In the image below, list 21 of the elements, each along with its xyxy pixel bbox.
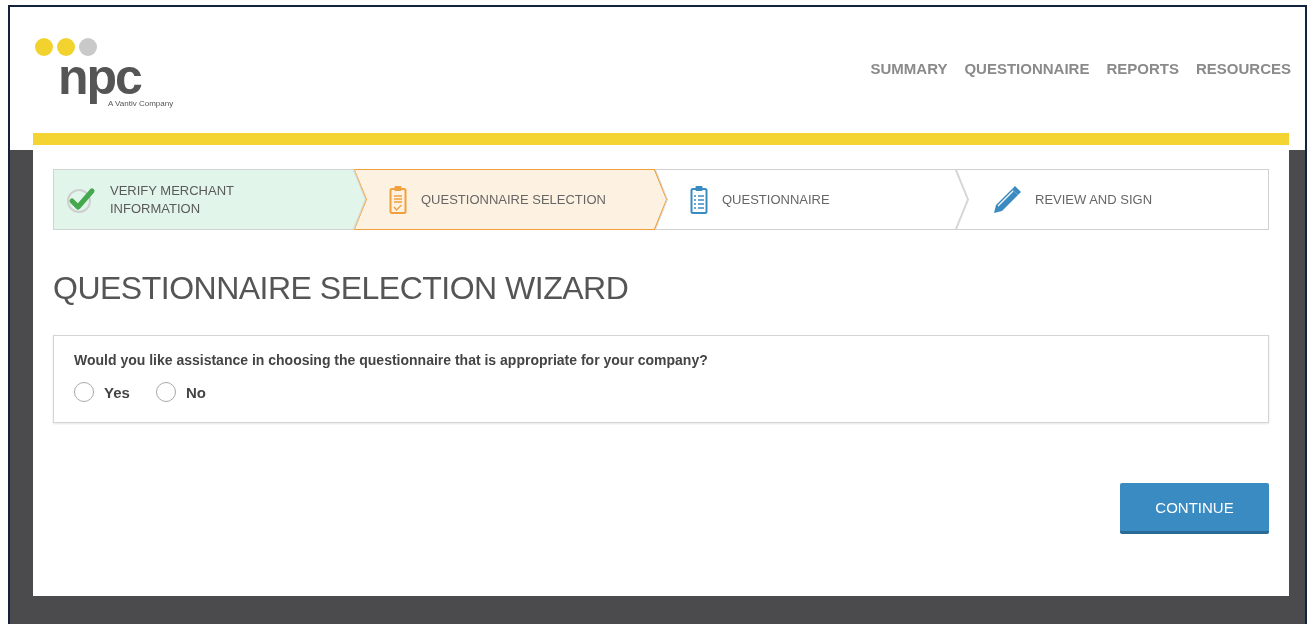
- radio-button[interactable]: [155, 382, 176, 402]
- nav-link[interactable]: REPORTS: [1106, 60, 1179, 77]
- pencil-icon: [991, 184, 1021, 215]
- option-label: No: [185, 383, 206, 401]
- brand-name: npc: [58, 51, 141, 103]
- clipboard-icon: [690, 184, 708, 215]
- check-icon: [66, 185, 96, 214]
- option-label: Yes: [104, 383, 130, 401]
- page-title: QUESTIONNAIRE SELECTION WIZARD: [53, 270, 630, 307]
- step-label: VERIFY MERCHANT INFORMATION: [110, 181, 235, 218]
- continue-button[interactable]: CONTINUE: [1120, 483, 1269, 534]
- radio-button[interactable]: [74, 382, 94, 402]
- nav-link[interactable]: SUMMARY: [870, 60, 948, 77]
- step-label: QUESTIONNAIRE SELECTION: [421, 190, 607, 209]
- question-text: Would you like assistance in choosing the questionnaire that is appropriate for your company?: [74, 352, 709, 368]
- nav-link[interactable]: RESOURCES: [1195, 60, 1291, 77]
- step-label: QUESTIONNAIRE: [722, 190, 831, 209]
- step-label: REVIEW AND SIGN: [1035, 190, 1154, 209]
- logo-icon: [34, 37, 100, 57]
- nav-link[interactable]: QUESTIONNAIRE: [964, 60, 1090, 77]
- clipboard-icon: [389, 184, 407, 215]
